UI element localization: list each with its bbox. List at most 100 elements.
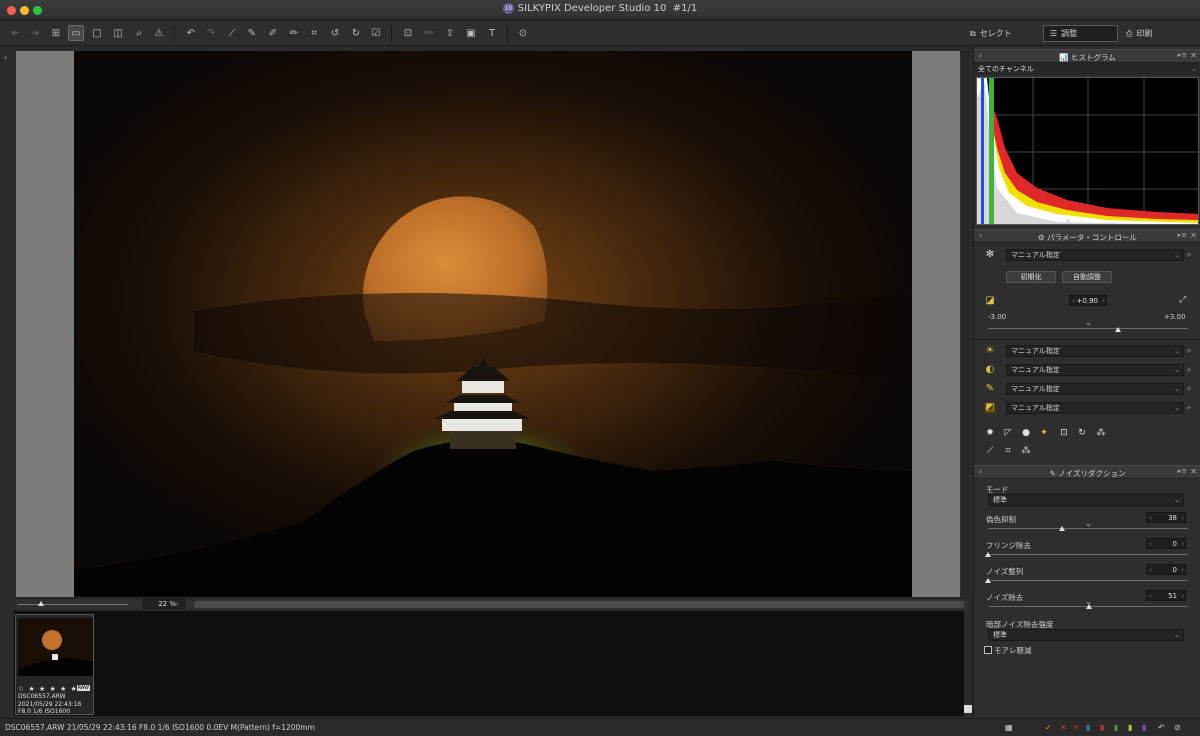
zoom-slider-thumb[interactable] — [38, 601, 44, 606]
noise-header[interactable]: › ✎ ノイズリダクション ▸≡ ✕ — [974, 465, 1200, 479]
link-icon[interactable]: ⚯ — [421, 25, 437, 41]
grid-view-icon[interactable]: ⊞ — [48, 25, 64, 41]
hsl-tool-icon[interactable]: ⁂ — [1095, 427, 1107, 439]
wand-tool-icon[interactable]: ⟋ — [224, 25, 240, 41]
color-select[interactable]: マニュアル指定 ⌄ — [1006, 402, 1184, 414]
revert-icon[interactable]: ↶ — [1158, 723, 1165, 732]
noise-align-slider-thumb[interactable] — [985, 578, 991, 583]
dark-noise-select[interactable]: 標準 ⌄ — [988, 629, 1184, 641]
param-header[interactable]: › ⚙ パラメータ・コントロール ▸≡ ✕ — [974, 229, 1200, 243]
copy-params-icon[interactable]: ✎ — [244, 25, 260, 41]
noise-align-slider[interactable] — [988, 580, 1188, 581]
spot-tool-icon[interactable]: ⁂ — [1020, 445, 1032, 457]
display-icon[interactable]: ▣ — [463, 25, 479, 41]
slider-value-field[interactable]: ‹ 51 › — [1146, 590, 1186, 601]
histogram-header[interactable]: › 📊 ヒストグラム ▸≡ ✕ — [974, 49, 1200, 63]
vertical-scrollbar[interactable] — [961, 51, 969, 597]
warning-icon[interactable]: ⚠ — [151, 25, 167, 41]
mode-select[interactable]: ⧉ セレクト — [964, 25, 1018, 42]
noise-mode-select[interactable]: 標準 ⌄ — [988, 494, 1184, 506]
previous-image-icon[interactable]: ⇤ — [8, 25, 24, 41]
red-mark-icon[interactable]: ✕ — [1073, 723, 1080, 732]
close-icon[interactable]: ✕ — [1190, 231, 1197, 240]
white-balance-select[interactable]: マニュアル指定 ⌄ — [1006, 345, 1184, 357]
red-label-icon[interactable]: ▮ — [1100, 723, 1104, 732]
reject-mark-icon[interactable]: ✕ — [1060, 723, 1067, 732]
horizontal-scrollbar[interactable] — [194, 601, 964, 608]
checkbox-tool-icon[interactable]: ☑ — [368, 25, 384, 41]
detail-tool-icon[interactable]: ✹ — [984, 427, 996, 439]
thumbnail-card[interactable]: ☆ ★ ★ ★ ★ ★ RAW DSC06557.ARW 2021/05/29 … — [15, 614, 94, 715]
add-icon[interactable]: + — [1186, 366, 1192, 374]
lens-tool-icon[interactable]: ⊡ — [1058, 427, 1070, 439]
curve-tool-icon[interactable]: ◸ — [1002, 427, 1014, 439]
exposure-field[interactable]: ‹ +0.90 › — [1069, 295, 1107, 306]
ok-mark-icon[interactable]: ✓ — [1045, 723, 1052, 732]
noise-removal-slider-thumb[interactable] — [1086, 604, 1092, 609]
expand-icon[interactable]: ⤢ — [1179, 295, 1186, 305]
purple-label-icon[interactable]: ▮ — [1142, 723, 1146, 732]
panel-menu-icon[interactable]: ▸≡ — [1178, 51, 1187, 59]
init-button[interactable]: 初期化 — [1006, 271, 1056, 283]
zoom-dropdown-icon[interactable]: ‹ — [176, 599, 179, 609]
yellow-label-icon[interactable]: ▮ — [1128, 723, 1132, 732]
zoom-icon[interactable]: ⌕ — [131, 25, 147, 41]
slider-value-field[interactable]: ‹ 38 › — [1146, 512, 1186, 523]
add-icon[interactable]: + — [1186, 404, 1192, 412]
rating-stars[interactable]: ☆ ★ ★ ★ ★ ★ — [18, 685, 78, 693]
next-image-icon[interactable]: ⇥ — [27, 25, 43, 41]
crop-tool-icon[interactable]: ⌗ — [306, 25, 322, 41]
crop-tool-icon[interactable]: ⌗ — [1002, 445, 1014, 457]
close-icon[interactable]: ✕ — [1190, 51, 1197, 60]
channel-selector[interactable]: 全てのチャンネル ⌄ — [974, 63, 1200, 75]
close-icon[interactable]: ✕ — [1190, 467, 1197, 476]
filmstrip-view-icon[interactable]: ▭ — [68, 25, 84, 41]
main-photo[interactable] — [74, 51, 912, 597]
undo-icon[interactable]: ↶ — [183, 25, 199, 41]
preset-select[interactable]: マニュアル指定 ⌄ — [1006, 249, 1184, 261]
add-icon[interactable]: + — [1186, 385, 1192, 393]
rotate-tool-icon[interactable]: ↻ — [1076, 427, 1088, 439]
exposure-slider-thumb[interactable] — [1115, 327, 1121, 332]
blue-label-icon[interactable]: ▮ — [1086, 723, 1090, 732]
fringe-slider[interactable] — [988, 554, 1188, 555]
sphere-tool-icon[interactable]: ● — [1020, 427, 1032, 439]
mode-adjust[interactable]: ☰ 調整 — [1043, 25, 1118, 42]
zoom-slider[interactable] — [18, 604, 128, 605]
exposure-slider[interactable] — [988, 328, 1188, 329]
tone-select[interactable]: マニュアル指定 ⌄ — [1006, 364, 1184, 376]
fringe-slider-thumb[interactable] — [985, 552, 991, 557]
sharpness-select[interactable]: マニュアル指定 ⌄ — [1006, 383, 1184, 395]
single-view-icon[interactable]: □ — [89, 25, 105, 41]
auto-adjust-button[interactable]: 自動調整 — [1062, 271, 1112, 283]
expand-left-icon[interactable]: › — [4, 53, 7, 62]
false-color-slider[interactable] — [988, 528, 1188, 529]
brush-tool-icon[interactable]: ✏ — [286, 25, 302, 41]
info-icon[interactable]: ▦ — [1005, 723, 1013, 732]
highlight-tool-icon[interactable]: ✦ — [1038, 427, 1050, 439]
paste-params-icon[interactable]: ✐ — [265, 25, 281, 41]
rotate-left-icon[interactable]: ↺ — [327, 25, 343, 41]
add-icon[interactable]: + — [1186, 347, 1192, 355]
mode-print[interactable]: ⎙ 印刷 — [1120, 25, 1158, 42]
panel-menu-icon[interactable]: ▸≡ — [1178, 467, 1187, 475]
develop-icon[interactable]: ⊡ — [400, 25, 416, 41]
rotate-right-icon[interactable]: ↻ — [348, 25, 364, 41]
export-icon[interactable]: ⇪ — [442, 25, 458, 41]
moire-checkbox[interactable] — [984, 646, 992, 654]
left-panel-collapsed[interactable]: › — [0, 47, 14, 712]
clear-icon[interactable]: ⊘ — [1174, 723, 1181, 732]
image-viewer[interactable] — [16, 51, 960, 597]
text-tool-icon[interactable]: T — [484, 25, 500, 41]
slider-value-field[interactable]: ‹ 0 › — [1146, 564, 1186, 575]
loupe-icon[interactable]: ⊙ — [515, 25, 531, 41]
filmstrip-toggle-icon[interactable] — [964, 705, 972, 713]
redo-icon[interactable]: ↷ — [203, 25, 219, 41]
false-color-slider-thumb[interactable] — [1059, 526, 1065, 531]
zoom-level[interactable]: 22 % — [142, 599, 186, 609]
panel-menu-icon[interactable]: ▸≡ — [1178, 231, 1187, 239]
brush-tool-icon[interactable]: ⟋ — [984, 445, 996, 457]
compare-view-icon[interactable]: ◫ — [110, 25, 126, 41]
add-icon[interactable]: + — [1186, 251, 1192, 259]
green-label-icon[interactable]: ▮ — [1114, 723, 1118, 732]
